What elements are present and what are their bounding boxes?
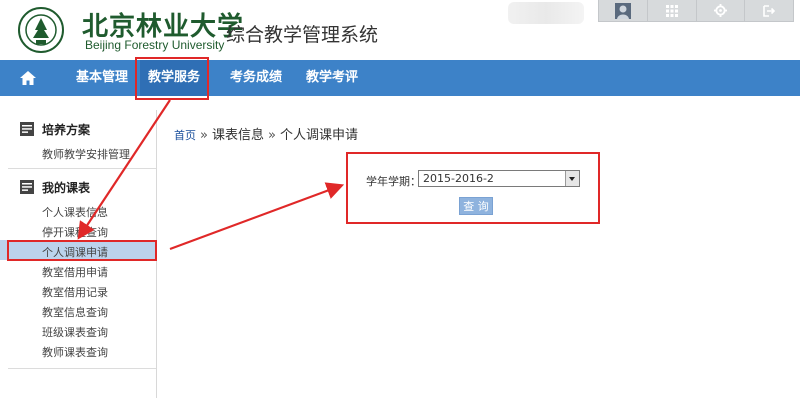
breadcrumb-level1: 课表信息 xyxy=(211,128,264,143)
nav-highlight-box xyxy=(135,57,209,100)
nav-item-teaching-evaluation[interactable]: 教学考评 xyxy=(306,60,358,96)
divider xyxy=(8,368,156,369)
blurred-region xyxy=(508,2,584,24)
top-toolbar xyxy=(598,0,794,22)
school-name-en: Beijing Forestry University xyxy=(85,38,225,52)
sidebar-item-class-schedule[interactable]: 班级课表查询 xyxy=(42,324,108,340)
page-title: 个人调课申请 xyxy=(279,128,358,143)
sidebar-item-teacher-schedule[interactable]: 教师课表查询 xyxy=(42,344,108,360)
chevron-down-icon[interactable] xyxy=(565,171,579,186)
header: 北京林业大学 Beijing Forestry University 综合教学管… xyxy=(0,0,800,60)
term-label: 学年学期： xyxy=(366,175,421,188)
avatar-icon[interactable] xyxy=(599,0,647,21)
term-select-value: 2015-2016-2 xyxy=(423,172,494,185)
sidebar-section-training-plan[interactable]: 培养方案 xyxy=(8,118,90,140)
nav-item-exam-grades[interactable]: 考务成绩 xyxy=(230,60,282,96)
query-button[interactable]: 查 询 xyxy=(459,197,493,215)
sidebar-section-my-schedule[interactable]: 我的课表 xyxy=(8,176,90,198)
breadcrumb: 首页» 课表信息» 个人调课申请 xyxy=(174,124,358,143)
sidebar-section-title: 培养方案 xyxy=(42,122,91,137)
gear-icon[interactable] xyxy=(695,0,745,21)
main-nav: 基本管理 教学服务 考务成绩 教学考评 xyxy=(0,60,800,96)
sidebar-item-teacher-arrangement[interactable]: 教师教学安排管理 xyxy=(42,146,130,162)
grid-icon[interactable] xyxy=(646,0,696,21)
system-title: 综合教学管理系统 xyxy=(226,24,379,46)
sidebar-item-classroom-info[interactable]: 教室信息查询 xyxy=(42,304,108,320)
term-select[interactable]: 2015-2016-2 xyxy=(418,170,580,187)
arrow-sidebar-to-panel xyxy=(169,182,345,251)
sidebar-section-title: 我的课表 xyxy=(42,180,91,195)
breadcrumb-separator: » xyxy=(267,128,276,143)
university-emblem-icon xyxy=(18,7,64,53)
sidebar-item-suspended-courses[interactable]: 停开课程查询 xyxy=(42,224,108,240)
list-icon xyxy=(20,122,34,136)
home-icon[interactable] xyxy=(18,68,38,88)
list-icon xyxy=(20,180,34,194)
sidebar-item-classroom-borrow-records[interactable]: 教室借用记录 xyxy=(42,284,108,300)
logout-icon[interactable] xyxy=(744,0,793,21)
divider xyxy=(8,168,156,169)
sidebar-item-personal-schedule[interactable]: 个人课表信息 xyxy=(42,204,108,220)
breadcrumb-home-link[interactable]: 首页 xyxy=(174,129,196,142)
breadcrumb-separator: » xyxy=(200,128,208,143)
sidebar-highlight-box xyxy=(7,240,157,261)
sidebar-item-classroom-borrow-apply[interactable]: 教室借用申请 xyxy=(42,264,108,280)
nav-item-basic-management[interactable]: 基本管理 xyxy=(76,60,128,96)
